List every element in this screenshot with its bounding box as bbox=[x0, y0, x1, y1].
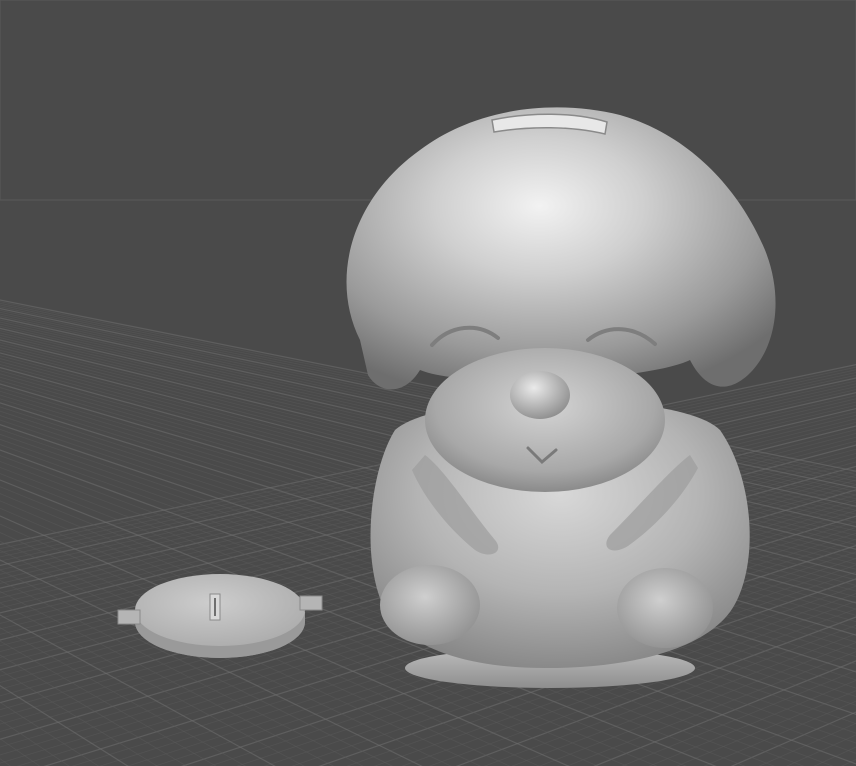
puppy-right-foot bbox=[617, 568, 713, 648]
puppy-left-foot bbox=[380, 565, 480, 645]
scene-canvas[interactable] bbox=[0, 0, 856, 766]
3d-viewport[interactable] bbox=[0, 0, 856, 766]
puppy-muzzle bbox=[425, 348, 665, 492]
puppy-nose bbox=[510, 371, 570, 419]
